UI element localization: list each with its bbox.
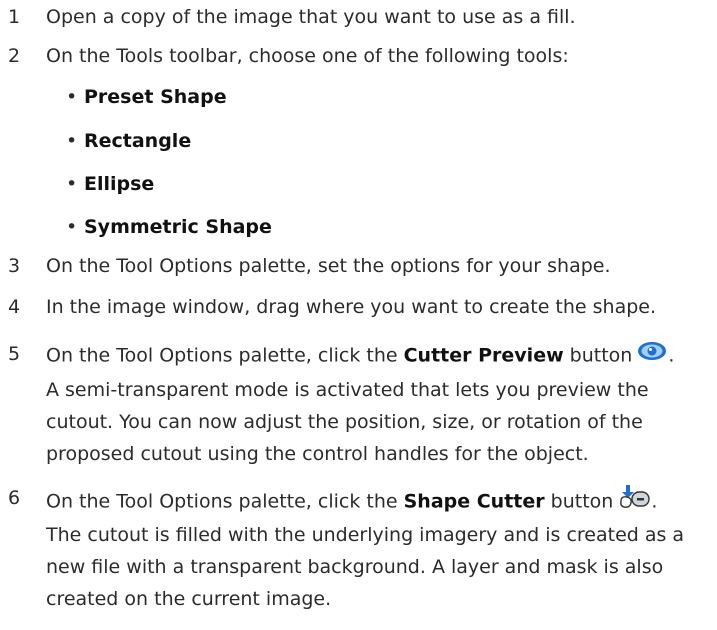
step-number: 6 — [8, 487, 21, 509]
tool-name: Symmetric Shape — [84, 216, 272, 238]
tool-list-item: • Rectangle — [66, 126, 191, 157]
tool-list-item: • Ellipse — [66, 169, 154, 200]
note-line: created on the current image. — [46, 588, 332, 610]
step-text: On the Tools toolbar, choose one of the … — [46, 45, 569, 67]
step-text: In the image window, drag where you want… — [46, 296, 657, 318]
tool-name: Preset Shape — [84, 86, 227, 108]
step-number: 5 — [8, 343, 21, 365]
note-line: proposed cutout using the control handle… — [46, 443, 589, 465]
step-text: On the Tool Options palette, set the opt… — [46, 255, 611, 277]
note-line: The cutout is filled with the underlying… — [46, 524, 685, 546]
step-number: 3 — [8, 255, 21, 277]
cutter-preview-label: Cutter Preview — [403, 344, 564, 367]
bullet-icon: • — [66, 86, 78, 108]
shape-cutter-label: Shape Cutter — [403, 490, 545, 513]
step-5-note: A semi-transparent mode is activated tha… — [46, 374, 711, 470]
note-line: cutout. You can now adjust the position,… — [46, 411, 643, 433]
procedure-document: 1 Open a copy of the image that you want… — [0, 0, 717, 630]
step-6-note: The cutout is filled with the underlying… — [46, 519, 711, 615]
note-line: A semi-transparent mode is activated tha… — [46, 379, 649, 401]
tool-name: Ellipse — [84, 173, 155, 195]
bullet-icon: • — [66, 130, 78, 152]
tool-name: Rectangle — [84, 130, 192, 152]
step-number: 1 — [8, 6, 21, 28]
eye-icon — [636, 339, 668, 373]
note-line: new file with a transparent background. … — [46, 556, 664, 578]
step-text: Open a copy of the image that you want t… — [46, 6, 576, 28]
step-text: On the Tool Options palette, click the C… — [46, 339, 711, 370]
shape-cutter-icon — [617, 483, 651, 521]
bullet-icon: • — [66, 216, 78, 238]
tool-list-item: • Symmetric Shape — [66, 212, 272, 243]
tool-list-item: • Preset Shape — [66, 82, 227, 113]
step-number: 2 — [8, 45, 21, 67]
step-number: 4 — [8, 296, 21, 318]
bullet-icon: • — [66, 173, 78, 195]
step-text: On the Tool Options palette, click the S… — [46, 483, 711, 514]
